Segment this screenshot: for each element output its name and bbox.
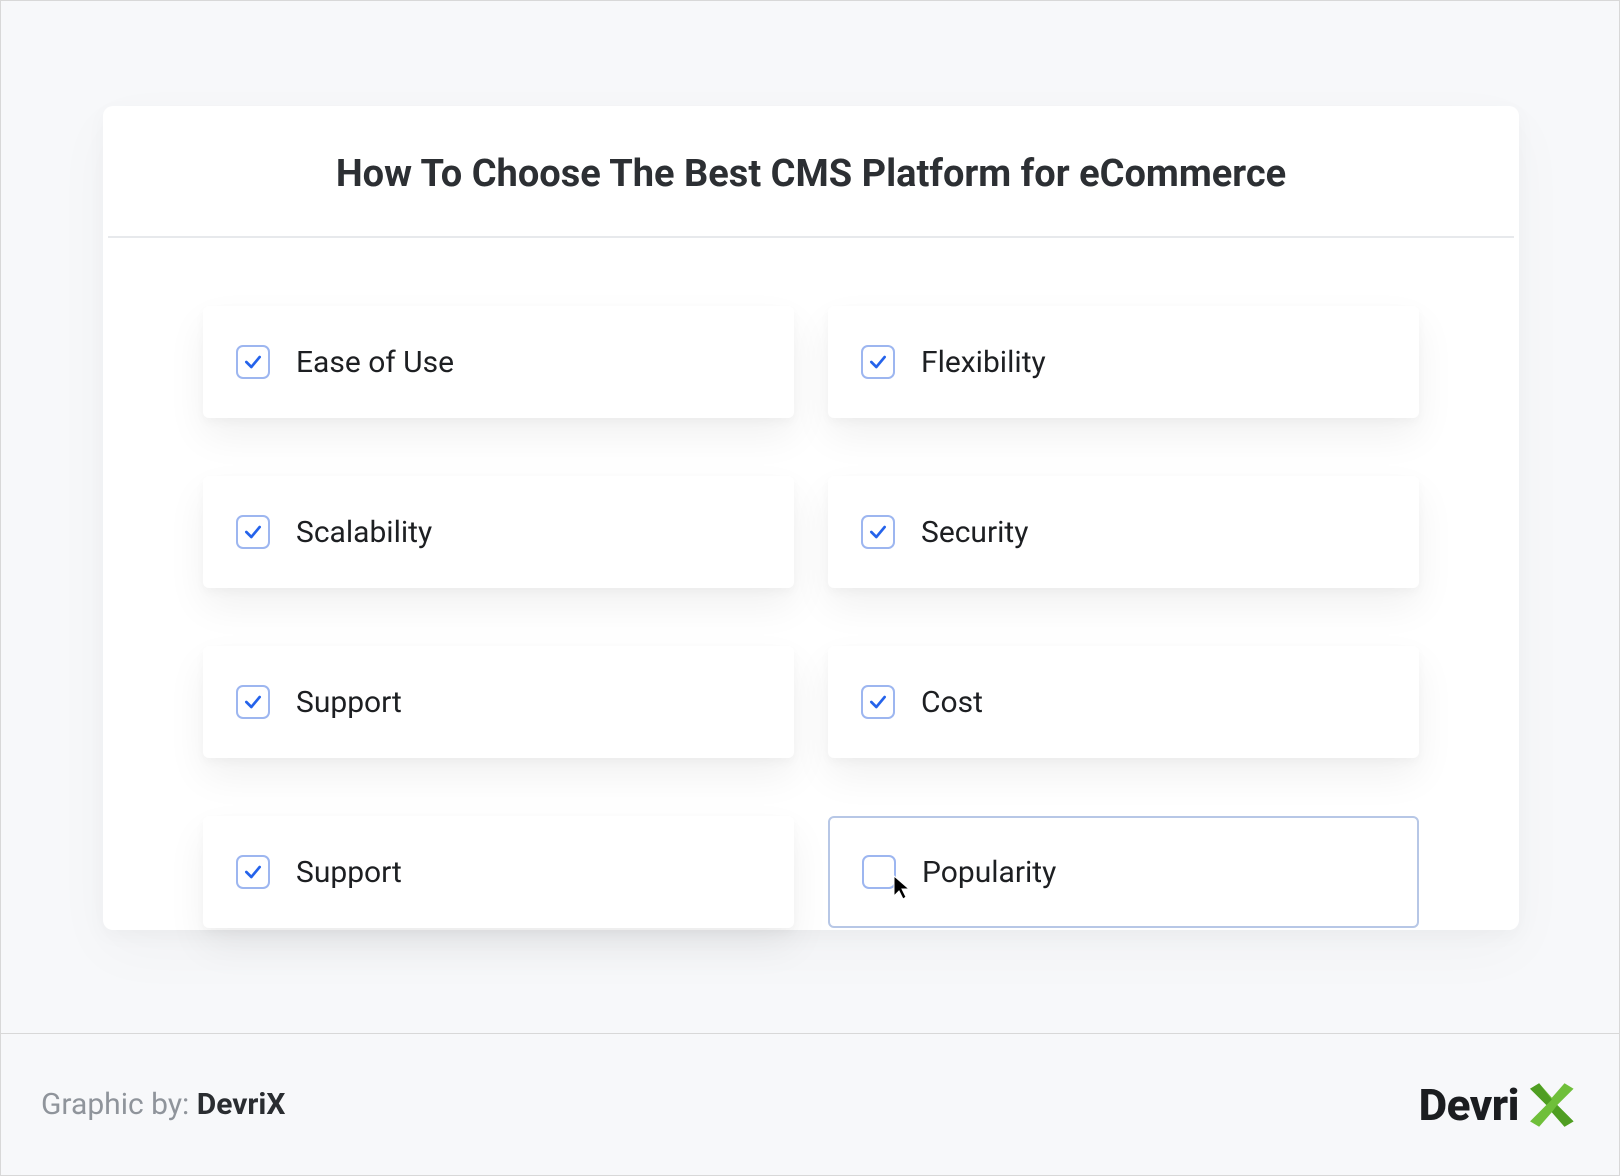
card-title: How To Choose The Best CMS Platform for …: [103, 106, 1519, 236]
credit-prefix: Graphic by:: [41, 1087, 197, 1122]
criteria-label: Security: [921, 515, 1028, 550]
credit-line: Graphic by: DevriX: [41, 1087, 285, 1122]
criteria-item[interactable]: Security: [828, 476, 1419, 588]
checkbox-checked-icon[interactable]: [861, 685, 895, 719]
brand-logo: Devri: [1419, 1076, 1579, 1134]
criteria-label: Popularity: [922, 855, 1056, 890]
criteria-label: Flexibility: [921, 345, 1046, 380]
credit-brand: DevriX: [197, 1087, 286, 1122]
checkbox-unchecked-icon[interactable]: [862, 855, 896, 889]
criteria-item[interactable]: Cost: [828, 646, 1419, 758]
criteria-label: Support: [296, 685, 402, 720]
footer: Graphic by: DevriX Devri: [1, 1033, 1619, 1175]
logo-wordmark: Devri: [1419, 1079, 1519, 1131]
criteria-label: Cost: [921, 685, 983, 720]
infographic-card: How To Choose The Best CMS Platform for …: [103, 106, 1519, 930]
checkbox-checked-icon[interactable]: [236, 685, 270, 719]
criteria-label: Scalability: [296, 515, 432, 550]
criteria-label: Ease of Use: [296, 345, 454, 380]
checkbox-checked-icon[interactable]: [861, 345, 895, 379]
criteria-label: Support: [296, 855, 402, 890]
criteria-item[interactable]: Ease of Use: [203, 306, 794, 418]
criteria-item[interactable]: Scalability: [203, 476, 794, 588]
checkbox-checked-icon[interactable]: [236, 515, 270, 549]
criteria-item[interactable]: Flexibility: [828, 306, 1419, 418]
checkbox-checked-icon[interactable]: [236, 345, 270, 379]
criteria-item[interactable]: Support: [203, 816, 794, 928]
criteria-item-active[interactable]: Popularity: [828, 816, 1419, 928]
logo-x-icon: [1521, 1076, 1579, 1134]
criteria-item[interactable]: Support: [203, 646, 794, 758]
checkbox-checked-icon[interactable]: [236, 855, 270, 889]
checkbox-checked-icon[interactable]: [861, 515, 895, 549]
criteria-grid: Ease of Use Flexibility Scalability Secu…: [103, 238, 1519, 928]
